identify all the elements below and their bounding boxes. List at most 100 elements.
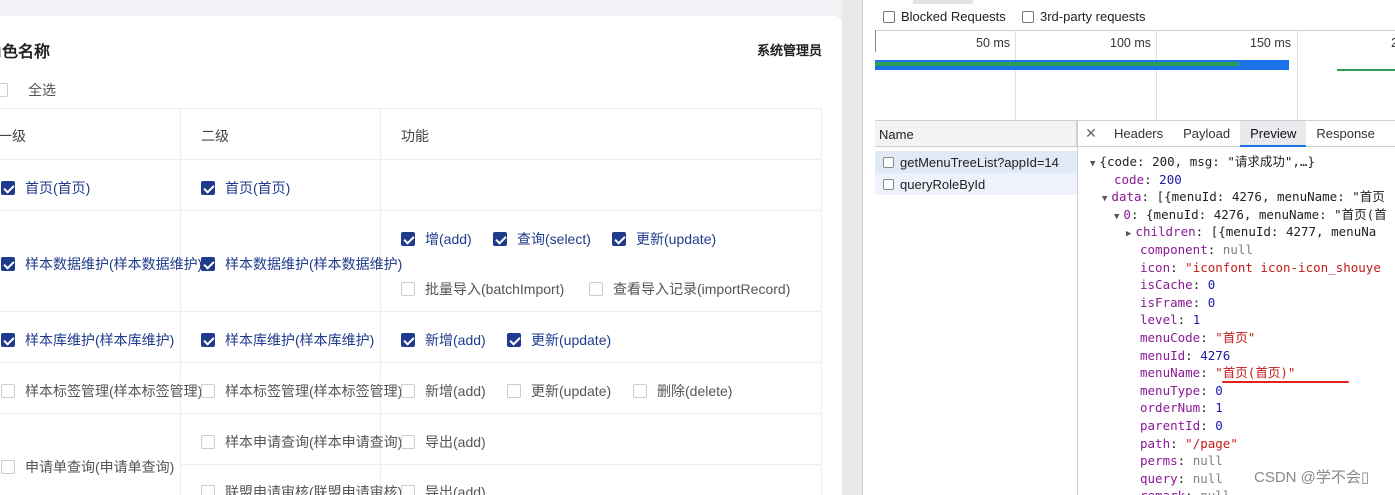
checkbox-import-record[interactable]: 查看导入记录(importRecord): [589, 279, 790, 299]
timeline-tick: 50 ms: [976, 36, 1011, 50]
panel-gutter: [842, 0, 862, 495]
name-column-header[interactable]: Name: [875, 121, 1077, 147]
checkbox-select[interactable]: 查询(select): [493, 229, 591, 249]
checkbox-sample-apply[interactable]: 样本申请查询(样本申请查询): [201, 432, 402, 452]
table-top-border: [0, 108, 822, 109]
tab-preview[interactable]: Preview: [1240, 120, 1307, 147]
json-key: query: [1140, 470, 1178, 486]
timeline-tick: 150 ms: [1250, 36, 1291, 50]
toolbar-edge: [913, 0, 973, 4]
checkbox-apply-l1[interactable]: 申请单查询(申请单查询): [1, 457, 174, 477]
blocked-requests-checkbox[interactable]: Blocked Requests: [883, 9, 1006, 24]
checkbox-label: 导出(add): [425, 484, 486, 495]
checkbox-home-l1[interactable]: 首页(首页): [1, 178, 90, 198]
checkbox-checked-icon[interactable]: [201, 257, 215, 271]
checkbox-update[interactable]: 更新(update): [612, 229, 716, 249]
request-row[interactable]: queryRoleById: [875, 173, 1077, 195]
checkbox-export-a[interactable]: 导出(add): [401, 432, 486, 452]
checkbox-tag-update[interactable]: 更新(update): [507, 381, 611, 401]
tab-headers[interactable]: Headers: [1104, 121, 1173, 147]
checkbox-icon[interactable]: [201, 384, 215, 398]
devtools-network-panel: Blocked Requests 3rd-party requests 50 m…: [862, 0, 1395, 495]
checkbox-label: 更新(update): [531, 383, 612, 399]
checkbox-label: 样本库维护(样本库维护): [225, 332, 375, 348]
json-key: parentId: [1140, 418, 1201, 433]
json-key: menuCode: [1140, 330, 1201, 345]
request-row-selected[interactable]: getMenuTreeList?appId=14: [875, 151, 1077, 173]
checkbox-icon[interactable]: [201, 435, 215, 449]
tab-response[interactable]: Response: [1306, 121, 1385, 147]
json-key: perms: [1140, 453, 1178, 469]
checkbox-icon[interactable]: [401, 485, 415, 495]
checkbox-tag-l1[interactable]: 样本标签管理(样本标签管理): [1, 381, 202, 401]
checkbox-icon[interactable]: [0, 83, 8, 97]
checkbox-export-b[interactable]: 导出(add): [401, 482, 486, 495]
checkbox-icon[interactable]: [589, 282, 603, 296]
checkbox-checked-icon[interactable]: [1, 181, 15, 195]
tab-payload[interactable]: Payload: [1173, 121, 1240, 147]
checkbox-checked-icon[interactable]: [401, 333, 415, 347]
third-party-checkbox[interactable]: 3rd-party requests: [1022, 9, 1146, 24]
checkbox-checked-icon[interactable]: [1, 257, 15, 271]
checkbox-sample-lib-l2[interactable]: 样本库维护(样本库维护): [201, 330, 374, 350]
checkbox-checked-icon[interactable]: [201, 181, 215, 195]
checkbox-label: 样本数据维护(样本数据维护): [225, 256, 403, 272]
checkbox-checked-icon[interactable]: [201, 333, 215, 347]
json-key: menuName: [1140, 365, 1201, 381]
json-key: isCache: [1140, 277, 1193, 293]
checkbox-icon[interactable]: [633, 384, 647, 398]
checkbox-icon[interactable]: [401, 384, 415, 398]
json-line: path: "/page": [1140, 435, 1238, 451]
checkbox-label: 更新(update): [636, 231, 717, 247]
checkbox-lib-update[interactable]: 更新(update): [507, 330, 611, 350]
select-all-checkbox[interactable]: 全选: [0, 80, 56, 100]
row-divider: [0, 311, 822, 312]
checkbox-sample-data-l2[interactable]: 样本数据维护(样本数据维护): [201, 254, 402, 274]
checkbox-icon[interactable]: [201, 485, 215, 495]
checkbox-label: 新增(add): [425, 332, 486, 348]
checkbox-batch-import[interactable]: 批量导入(batchImport): [401, 279, 564, 299]
role-permission-card: 角色名称 系统管理员 全选 一级 二级 功能 首页(首页) 首页(首页) 样本数…: [0, 16, 842, 495]
watermark: CSDN @学不会▯: [1254, 466, 1370, 487]
json-value: "/page": [1185, 435, 1238, 451]
checkbox-icon[interactable]: [507, 384, 521, 398]
checkbox-checked-icon[interactable]: [493, 232, 507, 246]
json-line: orderNum: 1: [1140, 400, 1223, 416]
json-value: [{menuId: 4276, menuName: "首页: [1156, 189, 1385, 205]
checkbox-checked-icon[interactable]: [401, 232, 415, 246]
json-value: null: [1192, 453, 1223, 469]
expanded-triangle-icon[interactable]: ▼: [1102, 194, 1107, 204]
checkbox-checked-icon[interactable]: [612, 232, 626, 246]
checkbox-lib-add[interactable]: 新增(add): [401, 330, 486, 350]
expanded-triangle-icon[interactable]: ▼: [1090, 159, 1095, 169]
checkbox-sample-data-l1[interactable]: 样本数据维护(样本数据维护): [1, 254, 202, 274]
checkbox-icon[interactable]: [1, 460, 15, 474]
pane-splitter[interactable]: [1077, 121, 1078, 495]
json-line: isFrame: 0: [1140, 294, 1216, 310]
checkbox-checked-icon[interactable]: [1, 333, 15, 347]
checkbox-sample-lib-l1[interactable]: 样本库维护(样本库维护): [1, 330, 174, 350]
timeline-tick: 2: [1391, 36, 1395, 50]
timeline-bar-green: [1337, 69, 1395, 71]
checkbox-checked-icon[interactable]: [507, 333, 521, 347]
checkbox-label: 样本申请查询(样本申请查询): [225, 434, 403, 450]
annotation-underline: [1222, 381, 1349, 383]
checkbox-alliance-audit[interactable]: 联盟申请审核(联盟申请审核): [201, 482, 402, 495]
checkbox-home-l2[interactable]: 首页(首页): [201, 178, 290, 198]
checkbox-tag-add[interactable]: 新增(add): [401, 381, 486, 401]
checkbox-icon[interactable]: [1022, 10, 1034, 23]
json-key: level: [1140, 312, 1178, 328]
checkbox-label: 样本库维护(样本库维护): [25, 332, 175, 348]
checkbox-icon[interactable]: [883, 10, 895, 23]
expanded-triangle-icon[interactable]: ▼: [1114, 212, 1119, 222]
checkbox-icon[interactable]: [401, 435, 415, 449]
checkbox-tag-delete[interactable]: 删除(delete): [633, 381, 732, 401]
close-icon[interactable]: ✕: [1078, 125, 1104, 142]
json-key: icon: [1140, 259, 1171, 275]
checkbox-add[interactable]: 增(add): [401, 229, 472, 249]
checkbox-tag-l2[interactable]: 样本标签管理(样本标签管理): [201, 381, 402, 401]
collapsed-triangle-icon[interactable]: ▶: [1126, 229, 1131, 239]
checkbox-icon[interactable]: [1, 384, 15, 398]
json-key: children: [1135, 224, 1196, 240]
checkbox-icon[interactable]: [401, 282, 415, 296]
